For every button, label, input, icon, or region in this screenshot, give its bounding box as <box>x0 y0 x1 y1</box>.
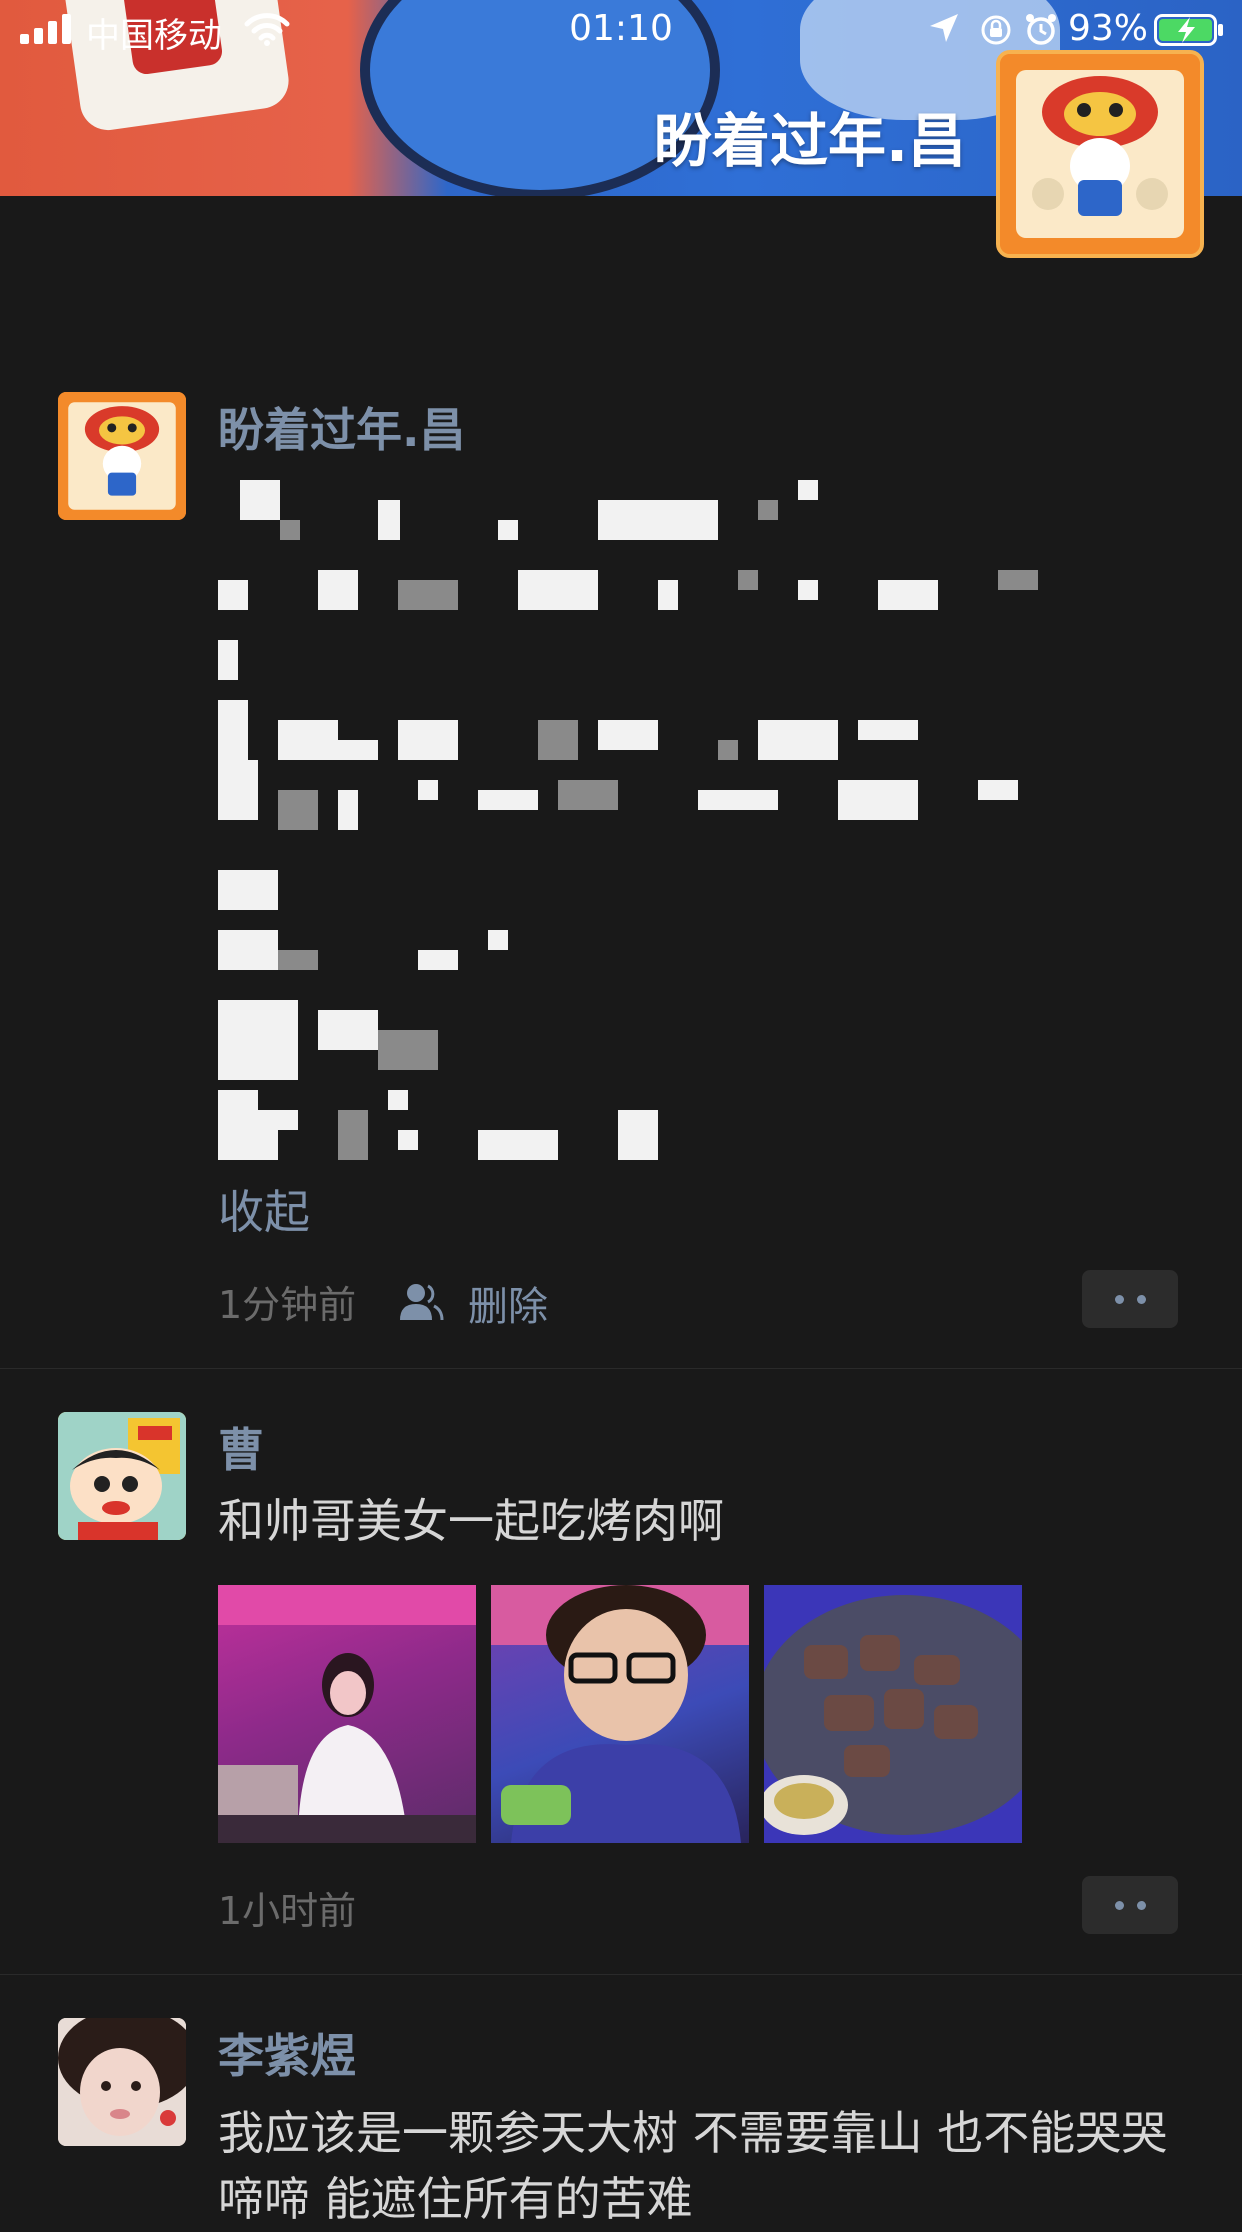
status-bar: 中国移动 01:10 93% <box>0 0 1242 60</box>
photo-woman-image <box>218 1585 476 1843</box>
post-avatar[interactable] <box>58 392 186 520</box>
mosaic-block <box>240 480 280 520</box>
mosaic-block <box>318 1010 378 1050</box>
mosaic-block <box>278 790 318 830</box>
mosaic-block <box>758 500 778 520</box>
post-photo[interactable] <box>218 1585 476 1843</box>
mosaic-block <box>998 570 1038 590</box>
mosaic-block <box>598 720 658 750</box>
mosaic-block <box>278 1110 298 1130</box>
mosaic-block <box>538 720 578 760</box>
mosaic-block <box>218 1000 298 1080</box>
post-avatar[interactable] <box>58 1412 186 1540</box>
lion-dance-avatar-image <box>58 392 186 520</box>
mosaic-block <box>218 870 278 910</box>
mosaic-block <box>218 1110 278 1160</box>
cover-avatar[interactable] <box>996 50 1204 258</box>
post-text: 我应该是一颗参天大树 不需要靠山 也不能哭哭啼啼 能遮住所有的苦难 <box>218 2106 1168 2226</box>
mosaic-block <box>978 780 1018 800</box>
lion-dance-avatar-image <box>1000 54 1200 254</box>
mosaic-block <box>838 780 918 820</box>
post-divider <box>0 1368 1242 1369</box>
mosaic-block <box>488 930 508 950</box>
post-username[interactable]: 曹 <box>218 1414 264 1480</box>
mosaic-block <box>280 520 300 540</box>
mosaic-block <box>378 500 400 540</box>
mosaic-block <box>218 640 238 680</box>
more-dot-icon <box>1115 1901 1124 1910</box>
mosaic-block <box>218 760 258 820</box>
mosaic-block <box>798 580 818 600</box>
post-username[interactable]: 李紫煜 <box>218 2020 356 2086</box>
visibility-people-icon <box>400 1284 444 1321</box>
post-text: 和帅哥美女一起吃烤肉啊 <box>218 1494 724 1548</box>
mosaic-block <box>518 570 598 610</box>
mosaic-block <box>718 740 738 760</box>
mosaic-block <box>618 1110 658 1160</box>
post-divider <box>0 1974 1242 1975</box>
mosaic-block <box>418 780 438 800</box>
battery-percent: 93% <box>1068 8 1149 49</box>
mosaic-block <box>698 790 778 810</box>
mosaic-block <box>418 950 458 970</box>
mosaic-block <box>218 1090 258 1110</box>
mosaic-block <box>278 720 338 760</box>
mosaic-block <box>738 570 758 590</box>
post-timestamp: 1分钟前 <box>218 1283 357 1327</box>
cover-user-name[interactable]: 盼着过年.昌 <box>654 94 966 178</box>
photo-young-man-image <box>491 1585 749 1843</box>
mosaic-block <box>338 1110 368 1160</box>
post-more-button[interactable] <box>1082 1876 1178 1934</box>
mosaic-block <box>318 570 358 610</box>
collapse-text-link[interactable]: 收起 <box>218 1176 310 1242</box>
more-dot-icon <box>1115 1295 1124 1304</box>
mosaic-block <box>858 720 918 740</box>
alarm-icon <box>1026 14 1056 45</box>
photo-woman-avatar-image <box>58 2018 186 2146</box>
more-dot-icon <box>1137 1901 1146 1910</box>
post-username[interactable]: 盼着过年.昌 <box>218 394 465 460</box>
mosaic-block <box>278 950 318 970</box>
mosaic-block <box>498 520 518 540</box>
pixelated-post-text <box>218 470 1178 1160</box>
mosaic-block <box>758 720 838 760</box>
mosaic-block <box>338 740 378 760</box>
mosaic-block <box>798 480 818 500</box>
mosaic-block <box>598 500 718 540</box>
crayon-shinchan-avatar-image <box>58 1412 186 1540</box>
post-photo[interactable] <box>491 1585 749 1843</box>
battery-charging-icon <box>1154 14 1223 46</box>
mosaic-block <box>218 700 248 760</box>
mosaic-block <box>878 580 938 610</box>
post-avatar[interactable] <box>58 2018 186 2146</box>
mosaic-block <box>218 580 248 610</box>
location-arrow-icon <box>930 14 958 42</box>
post-more-button[interactable] <box>1082 1270 1178 1328</box>
mosaic-block <box>378 1030 438 1070</box>
mosaic-block <box>388 1090 408 1110</box>
mosaic-block <box>478 1130 558 1160</box>
mosaic-block <box>398 1130 418 1150</box>
mosaic-block <box>398 580 458 610</box>
post-photo[interactable] <box>764 1585 1022 1843</box>
mosaic-block <box>218 930 278 970</box>
delete-post-button[interactable]: 删除 <box>468 1274 548 1332</box>
mosaic-block <box>398 720 458 760</box>
mosaic-block <box>658 580 678 610</box>
rotation-lock-icon <box>981 15 1011 45</box>
mosaic-block <box>558 780 618 810</box>
mosaic-block <box>338 790 358 830</box>
more-dot-icon <box>1137 1295 1146 1304</box>
post-timestamp: 1小时前 <box>218 1889 357 1933</box>
photo-grilled-meat-image <box>764 1585 1022 1843</box>
mosaic-block <box>478 790 538 810</box>
